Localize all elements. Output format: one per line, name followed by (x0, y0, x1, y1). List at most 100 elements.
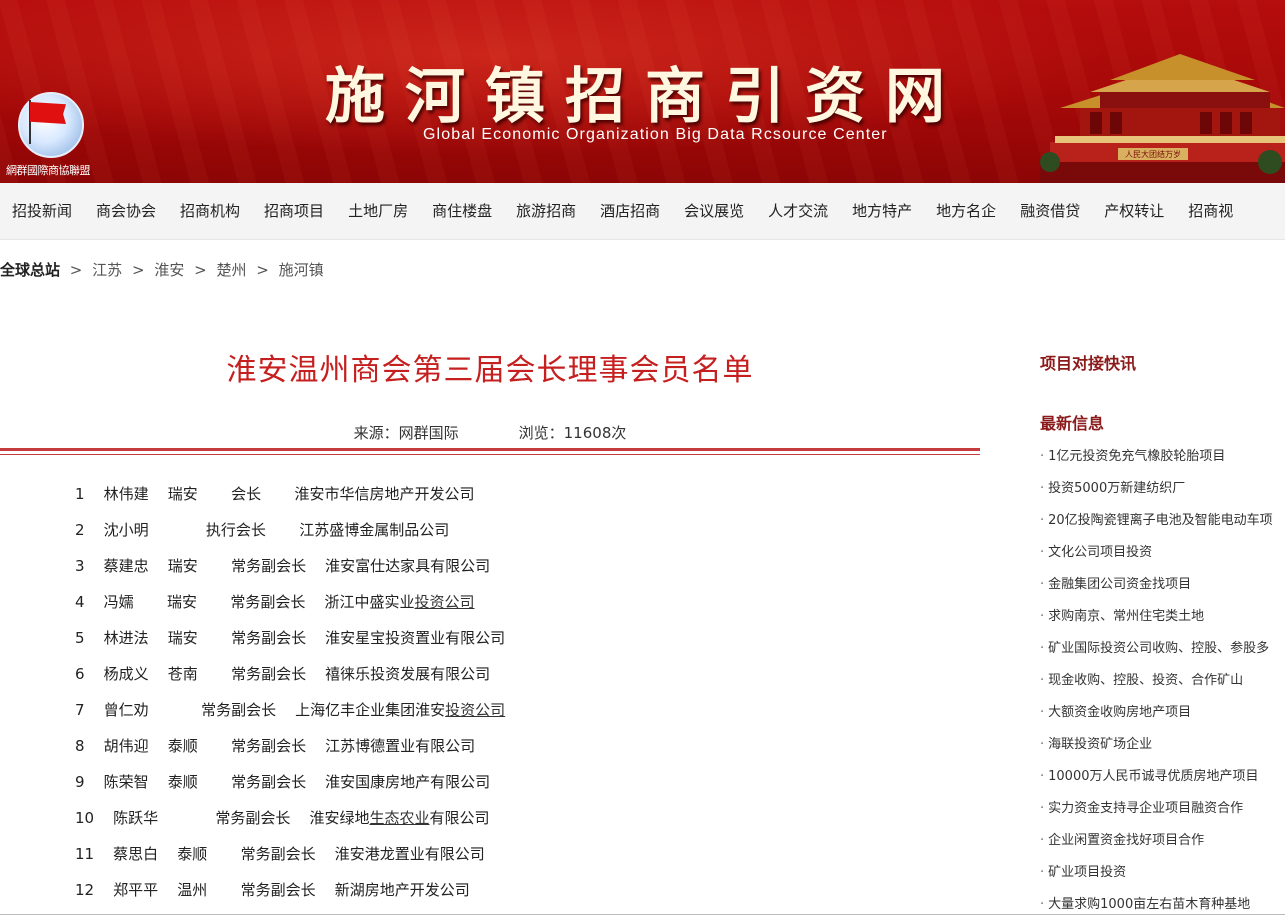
sidebar-news-item[interactable]: · 投资5000万新建纺织厂 (1040, 473, 1285, 505)
breadcrumb-sep: > (256, 261, 269, 279)
nav-item-10[interactable]: 地方特产 (852, 183, 912, 239)
member-number: 11 (75, 845, 95, 863)
nav-item-9[interactable]: 人才交流 (768, 183, 828, 239)
sidebar-heading-project-news[interactable]: 项目对接快讯 (1040, 350, 1136, 374)
breadcrumb-root[interactable]: 全球总站 (0, 261, 60, 279)
sidebar-news-title[interactable]: 企业闲置资金找好项目合作 (1048, 833, 1204, 848)
site-banner: 網群國際商協聯盟 施河镇招商引资网 Global Economic Organi… (0, 0, 1285, 183)
member-details: 林伟建 瑞安 会长 淮安市华信房地产开发公司 (103, 485, 475, 503)
nav-item-4[interactable]: 土地厂房 (348, 183, 408, 239)
sidebar-news-item[interactable]: · 实力资金支持寻企业项目融资合作 (1040, 793, 1285, 825)
member-details: 林进法 瑞安 常务副会长 淮安星宝投资置业有限公司 (103, 629, 506, 647)
nav-item-5[interactable]: 商住楼盘 (432, 183, 492, 239)
member-details: 胡伟迎 泰顺 常务副会长 江苏博德置业有限公司 (103, 737, 476, 755)
member-details: 沈小明 执行会长 江苏盛博金属制品公司 (103, 521, 450, 539)
nav-item-12[interactable]: 融资借贷 (1020, 183, 1080, 239)
member-row: 8 胡伟迎 泰顺 常务副会长 江苏博德置业有限公司 (75, 728, 505, 764)
breadcrumb-item-huaian[interactable]: 淮安 (154, 261, 184, 279)
breadcrumb: 全球总站 > 江苏 > 淮安 > 楚州 > 施河镇 (0, 259, 324, 280)
nav-item-8[interactable]: 会议展览 (684, 183, 744, 239)
member-details: 曾仁劝 常务副会长 上海亿丰企业集团淮安 (103, 701, 446, 719)
member-details: 冯嬬 瑞安 常务副会长 浙江中盛实业 (103, 593, 415, 611)
sidebar-news-item[interactable]: · 矿业项目投资 (1040, 857, 1285, 889)
nav-item-14[interactable]: 招商视 (1188, 183, 1233, 239)
site-logo[interactable]: 網群國際商協聯盟 (6, 92, 102, 182)
bullet-icon: · (1040, 673, 1045, 688)
member-number: 1 (75, 485, 85, 503)
member-row: 7 曾仁劝 常务副会长 上海亿丰企业集团淮安投资公司 (75, 692, 505, 728)
nav-item-3[interactable]: 招商项目 (264, 183, 324, 239)
sidebar-news-item[interactable]: · 1亿元投资免充气橡胶轮胎项目 (1040, 441, 1285, 473)
nav-item-13[interactable]: 产权转让 (1104, 183, 1164, 239)
site-title: 施河镇招商引资网 (325, 62, 965, 132)
member-keyword-link[interactable]: 投资公司 (414, 593, 474, 611)
member-list: 1 林伟建 瑞安 会长 淮安市华信房地产开发公司 2 沈小明 执行会长 江苏盛博金… (75, 476, 505, 908)
bullet-icon: · (1040, 897, 1045, 912)
member-keyword-link[interactable]: 投资公司 (445, 701, 505, 719)
nav-item-6[interactable]: 旅游招商 (516, 183, 576, 239)
sidebar-news-item[interactable]: · 金融集团公司资金找项目 (1040, 569, 1285, 601)
sidebar-news-title[interactable]: 投资5000万新建纺织厂 (1048, 481, 1185, 496)
nav-item-11[interactable]: 地方名企 (936, 183, 996, 239)
breadcrumb-sep: > (131, 261, 145, 279)
sidebar-heading-latest-info[interactable]: 最新信息 (1040, 410, 1104, 434)
member-number: 9 (75, 773, 85, 791)
logo-text: 網群國際商協聯盟 (6, 164, 91, 177)
sidebar-news-item[interactable]: · 求购南京、常州住宅类土地 (1040, 601, 1285, 633)
member-row: 10 陈跃华 常务副会长 淮安绿地生态农业有限公司 (75, 800, 505, 836)
breadcrumb-item-jiangsu[interactable]: 江苏 (92, 261, 122, 279)
member-details: 蔡建忠 瑞安 常务副会长 淮安富仕达家具有限公司 (103, 557, 491, 575)
sidebar-news-item[interactable]: · 现金收购、控股、投资、合作矿山 (1040, 665, 1285, 697)
nav-item-1[interactable]: 商会协会 (96, 183, 156, 239)
bullet-icon: · (1040, 737, 1045, 752)
site-subtitle: Global Economic Organization Big Data Rc… (423, 126, 888, 143)
member-number: 5 (75, 629, 85, 647)
sidebar-news-item[interactable]: · 海联投资矿场企业 (1040, 729, 1285, 761)
sidebar-news-title[interactable]: 求购南京、常州住宅类土地 (1048, 609, 1204, 624)
member-row: 5 林进法 瑞安 常务副会长 淮安星宝投资置业有限公司 (75, 620, 505, 656)
member-number: 4 (75, 593, 85, 611)
nav-item-7[interactable]: 酒店招商 (600, 183, 660, 239)
nav-item-2[interactable]: 招商机构 (180, 183, 240, 239)
sidebar-news-title[interactable]: 10000万人民币诚寻优质房地产项目 (1048, 769, 1258, 784)
bullet-icon: · (1040, 545, 1045, 560)
tiananmen-gate-illustration: 人民大团结万岁 (1040, 54, 1285, 183)
sidebar-news-title[interactable]: 实力资金支持寻企业项目融资合作 (1048, 801, 1243, 816)
breadcrumb-item-chuzhou[interactable]: 楚州 (216, 261, 246, 279)
member-row: 1 林伟建 瑞安 会长 淮安市华信房地产开发公司 (75, 476, 505, 512)
member-details: 陈荣智 泰顺 常务副会长 淮安国康房地产有限公司 (103, 773, 491, 791)
sidebar-news-title[interactable]: 矿业项目投资 (1048, 865, 1126, 880)
sidebar-news-item[interactable]: · 文化公司项目投资 (1040, 537, 1285, 569)
member-number: 6 (75, 665, 85, 683)
sidebar-news-title[interactable]: 20亿投陶瓷锂离子电池及智能电动车项 (1048, 513, 1273, 528)
sidebar-news-title[interactable]: 1亿元投资免充气橡胶轮胎项目 (1048, 449, 1225, 464)
member-keyword-link[interactable]: 生态农业 (369, 809, 429, 827)
sidebar-news-item[interactable]: · 大量求购1000亩左右苗木育种基地 (1040, 889, 1285, 921)
member-number: 8 (75, 737, 85, 755)
member-details: 杨成义 苍南 常务副会长 禧徕乐投资发展有限公司 (103, 665, 491, 683)
breadcrumb-item-shihe[interactable]: 施河镇 (279, 261, 324, 279)
globe-icon (18, 92, 84, 158)
sidebar-news-item[interactable]: · 企业闲置资金找好项目合作 (1040, 825, 1285, 857)
breadcrumb-sep: > (69, 261, 83, 279)
sidebar-news-item[interactable]: · 大额资金收购房地产项目 (1040, 697, 1285, 729)
sidebar-news-title[interactable]: 海联投资矿场企业 (1048, 737, 1152, 752)
member-row: 12 郑平平 温州 常务副会长 新湖房地产开发公司 (75, 872, 505, 908)
sidebar-news-title[interactable]: 文化公司项目投资 (1048, 545, 1152, 560)
sidebar-news-item[interactable]: · 20亿投陶瓷锂离子电池及智能电动车项 (1040, 505, 1285, 537)
bullet-icon: · (1040, 577, 1045, 592)
sidebar-news-item[interactable]: · 10000万人民币诚寻优质房地产项目 (1040, 761, 1285, 793)
sidebar-news-title[interactable]: 矿业国际投资公司收购、控股、参股多 (1048, 641, 1269, 656)
sidebar-news-title[interactable]: 大额资金收购房地产项目 (1048, 705, 1191, 720)
nav-item-0[interactable]: 招投新闻 (12, 183, 72, 239)
gate-slogan: 人民大团结万岁 (1125, 149, 1181, 159)
bullet-icon: · (1040, 609, 1045, 624)
member-details: 郑平平 温州 常务副会长 新湖房地产开发公司 (113, 881, 470, 899)
member-row: 6 杨成义 苍南 常务副会长 禧徕乐投资发展有限公司 (75, 656, 505, 692)
sidebar-news-title[interactable]: 金融集团公司资金找项目 (1048, 577, 1191, 592)
bullet-icon: · (1040, 705, 1045, 720)
sidebar-news-title[interactable]: 大量求购1000亩左右苗木育种基地 (1048, 897, 1250, 912)
sidebar-latest-list: · 1亿元投资免充气橡胶轮胎项目 · 投资5000万新建纺织厂 · 20亿投陶瓷锂离子电池… (1040, 441, 1285, 921)
sidebar-news-item[interactable]: · 矿业国际投资公司收购、控股、参股多 (1040, 633, 1285, 665)
sidebar-news-title[interactable]: 现金收购、控股、投资、合作矿山 (1048, 673, 1243, 688)
